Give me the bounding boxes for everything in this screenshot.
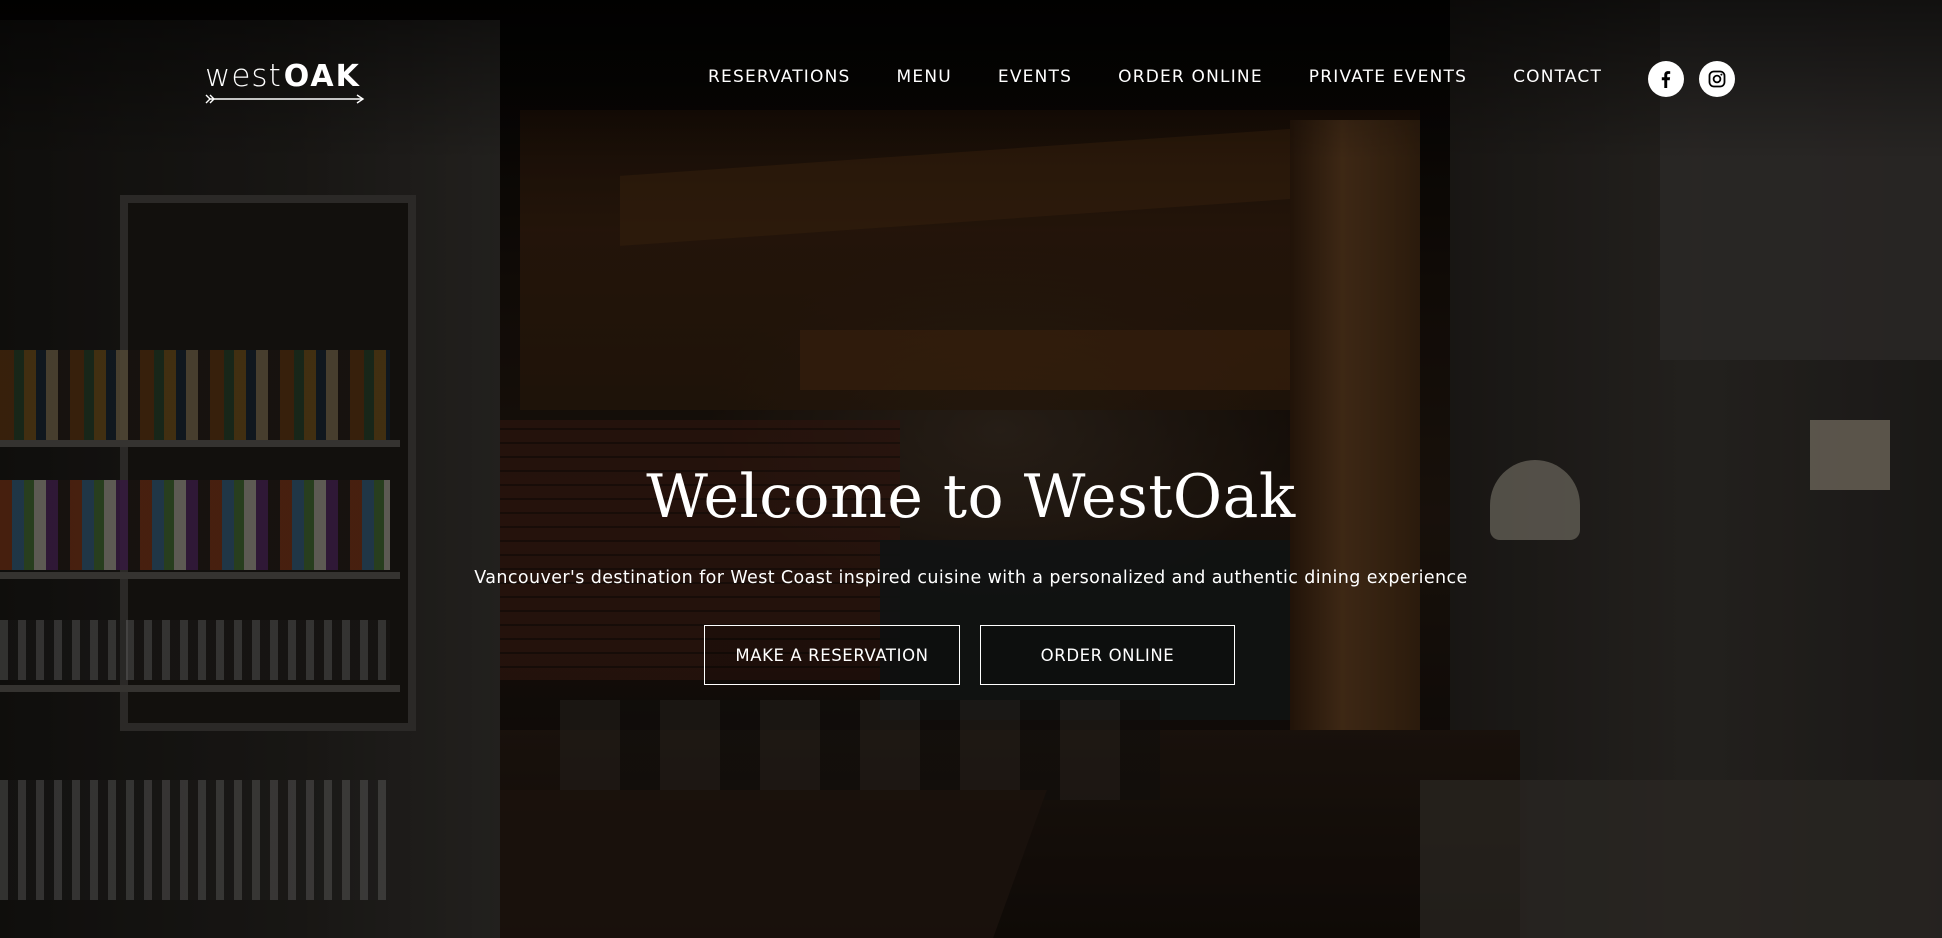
site-logo[interactable]: west OAK bbox=[205, 58, 365, 104]
site-header: west OAK RESERVATIONS MENU EVENTS ORDER … bbox=[0, 0, 1942, 160]
logo-text-bold: OAK bbox=[283, 59, 361, 94]
facebook-link[interactable] bbox=[1648, 61, 1684, 97]
hero-title: Welcome to WestOak bbox=[646, 462, 1296, 532]
nav-item-order-online[interactable]: ORDER ONLINE bbox=[1118, 67, 1263, 87]
nav-item-private-events[interactable]: PRIVATE EVENTS bbox=[1309, 67, 1467, 87]
main-nav: RESERVATIONS MENU EVENTS ORDER ONLINE PR… bbox=[708, 62, 1602, 92]
facebook-icon bbox=[1661, 71, 1671, 88]
hero-section: west OAK RESERVATIONS MENU EVENTS ORDER … bbox=[0, 0, 1942, 938]
logo-text-light: west bbox=[205, 58, 282, 94]
instagram-icon bbox=[1708, 70, 1726, 88]
hero-subtitle: Vancouver's destination for West Coast i… bbox=[474, 568, 1468, 588]
instagram-link[interactable] bbox=[1699, 61, 1735, 97]
order-online-button[interactable]: ORDER ONLINE bbox=[980, 625, 1235, 685]
make-reservation-button[interactable]: MAKE A RESERVATION bbox=[704, 625, 960, 685]
social-links bbox=[1648, 61, 1750, 97]
logo-arrow-icon bbox=[205, 94, 365, 104]
nav-item-events[interactable]: EVENTS bbox=[998, 67, 1072, 87]
nav-item-menu[interactable]: MENU bbox=[897, 67, 952, 87]
nav-item-reservations[interactable]: RESERVATIONS bbox=[708, 67, 851, 87]
nav-item-contact[interactable]: CONTACT bbox=[1513, 67, 1602, 87]
